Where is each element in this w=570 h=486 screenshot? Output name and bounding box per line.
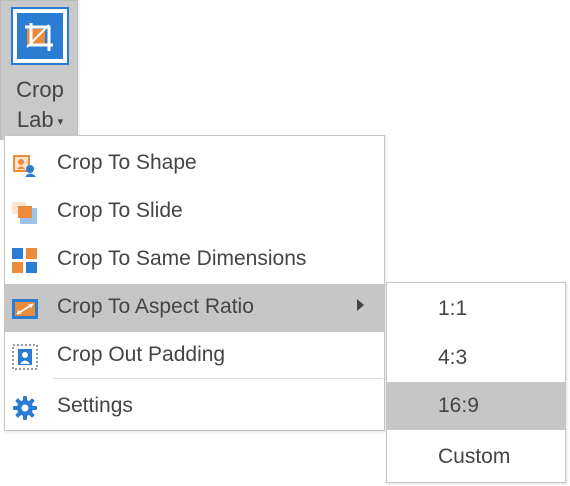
menu-item-label: Crop To Slide	[57, 199, 183, 222]
crop-out-padding-icon	[12, 344, 38, 370]
crop-to-slide-icon	[12, 202, 37, 224]
crop-lab-icon	[11, 7, 69, 65]
menu-item-label: Crop To Shape	[57, 151, 197, 174]
crop-lab-label-line2: Lab ▾	[1, 107, 79, 133]
crop-same-dimensions-icon	[12, 248, 37, 273]
submenu-item-label: 1:1	[438, 297, 468, 320]
menu-item-settings[interactable]: Settings	[5, 383, 384, 431]
crop-lab-menu: Crop To Shape Crop To Slide Crop To Same…	[4, 135, 385, 431]
menu-item-crop-same-dimensions[interactable]: Crop To Same Dimensions	[5, 236, 384, 284]
submenu-item-label: 4:3	[438, 346, 468, 369]
submenu-item-label: 16:9	[438, 394, 479, 417]
submenu-item-16-9[interactable]: 16:9	[387, 382, 565, 430]
submenu-item-4-3[interactable]: 4:3	[387, 334, 565, 382]
menu-item-crop-aspect-ratio[interactable]: Crop To Aspect Ratio	[5, 284, 384, 332]
menu-item-crop-out-padding[interactable]: Crop Out Padding	[5, 332, 384, 380]
menu-item-label: Settings	[57, 394, 133, 417]
submenu-item-label: Custom	[438, 445, 511, 468]
menu-item-label: Crop To Same Dimensions	[57, 247, 307, 270]
menu-item-label: Crop Out Padding	[57, 343, 226, 366]
crop-to-shape-icon	[13, 155, 36, 177]
submenu-arrow-icon	[357, 299, 364, 311]
crop-lab-button[interactable]: Crop Lab ▾	[0, 0, 78, 140]
menu-item-crop-to-shape[interactable]: Crop To Shape	[5, 140, 384, 188]
crop-lab-label-text: Lab	[16, 107, 54, 132]
menu-item-crop-to-slide[interactable]: Crop To Slide	[5, 188, 384, 236]
chevron-down-icon: ▾	[57, 115, 64, 128]
crop-aspect-ratio-icon	[12, 299, 38, 319]
submenu-item-custom[interactable]: Custom	[387, 433, 565, 481]
aspect-ratio-submenu: 1:1 4:3 16:9 Custom	[386, 282, 566, 483]
menu-item-label: Crop To Aspect Ratio	[57, 295, 254, 318]
menu-separator	[53, 378, 383, 379]
submenu-item-1-1[interactable]: 1:1	[387, 285, 565, 333]
gear-icon	[13, 396, 37, 420]
crop-lab-label-line1: Crop	[16, 77, 64, 102]
